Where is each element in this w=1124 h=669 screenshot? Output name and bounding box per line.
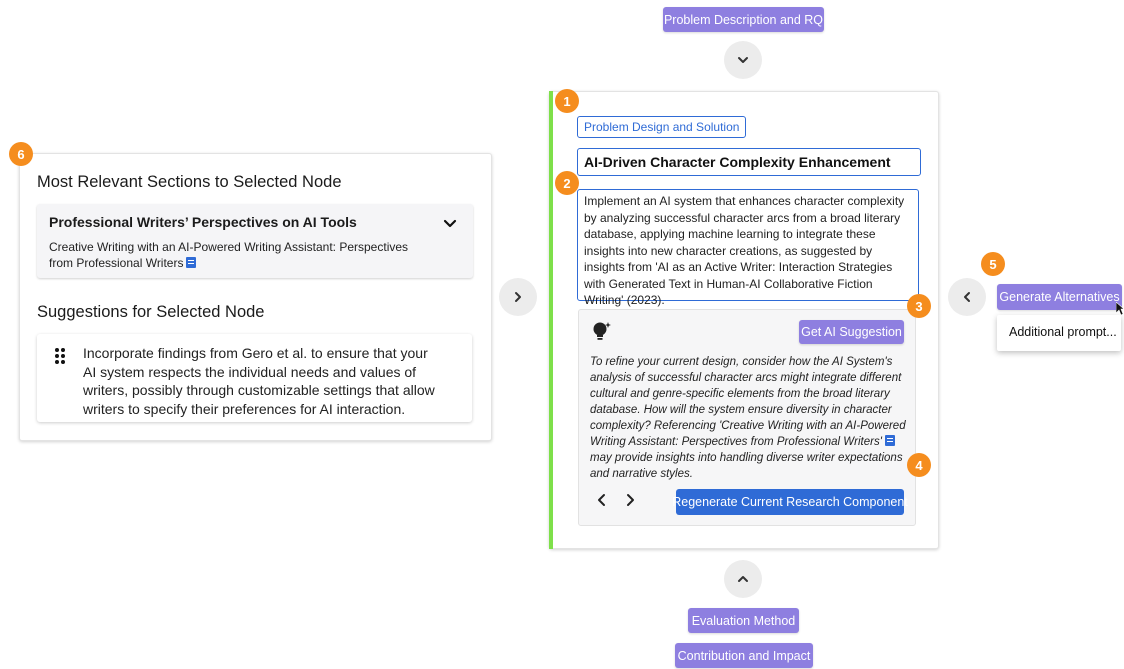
suggestion-text: Incorporate findings from Gero et al. to… xyxy=(83,345,435,417)
suggestion-card: Incorporate findings from Gero et al. to… xyxy=(37,334,472,422)
step-badge-3: 3 xyxy=(907,294,931,318)
problem-description-chip[interactable]: Problem Description and RQ xyxy=(663,7,824,32)
relevant-sections-title: Most Relevant Sections to Selected Node xyxy=(37,173,342,191)
component-title-input[interactable]: AI-Driven Character Complexity Enhanceme… xyxy=(577,148,921,176)
ai-suggestion-part1: To refine your current design, consider … xyxy=(590,356,906,448)
ai-suggestion-box: Get AI Suggestion To refine your current… xyxy=(578,309,916,526)
chevron-left-icon[interactable] xyxy=(596,493,608,507)
section-source: Creative Writing with an AI-Powered Writ… xyxy=(49,239,429,271)
additional-prompt-item[interactable]: Additional prompt... xyxy=(1009,325,1117,339)
suggestions-title: Suggestions for Selected Node xyxy=(37,303,265,321)
generate-alternatives-button[interactable]: Generate Alternatives xyxy=(997,284,1122,310)
component-description-textarea[interactable]: Implement an AI system that enhances cha… xyxy=(577,189,919,307)
lightbulb-sparkle-icon xyxy=(593,322,611,340)
chevron-right-icon xyxy=(515,292,521,302)
section-card[interactable]: Professional Writers’ Perspectives on AI… xyxy=(37,204,473,278)
collapse-down-button[interactable] xyxy=(724,41,762,79)
step-badge-5: 5 xyxy=(981,252,1005,276)
step-badge-1: 1 xyxy=(555,89,579,113)
document-icon[interactable] xyxy=(884,435,895,446)
evaluation-method-chip[interactable]: Evaluation Method xyxy=(688,608,799,633)
get-ai-suggestion-button[interactable]: Get AI Suggestion xyxy=(799,320,904,344)
collapse-left-button[interactable] xyxy=(948,278,986,316)
component-type-tag[interactable]: Problem Design and Solution xyxy=(577,116,747,138)
research-component-card: Problem Design and Solution AI-Driven Ch… xyxy=(549,91,939,549)
selected-indicator-bar xyxy=(549,91,553,549)
chevron-left-icon xyxy=(964,292,970,302)
document-icon[interactable] xyxy=(186,257,197,268)
chevron-down-icon xyxy=(738,57,748,63)
chevron-down-icon[interactable] xyxy=(442,217,458,231)
regenerate-component-button[interactable]: Regenerate Current Research Component xyxy=(672,489,908,515)
ai-suggestion-part2: may provide insights into handling diver… xyxy=(590,452,903,480)
chevron-up-icon xyxy=(738,576,748,582)
section-source-text: Creative Writing with an AI-Powered Writ… xyxy=(49,240,409,270)
contribution-impact-chip[interactable]: Contribution and Impact xyxy=(675,643,813,668)
drag-handle-icon[interactable] xyxy=(54,347,66,365)
alternatives-dropdown: Additional prompt... xyxy=(997,315,1121,351)
step-badge-2: 2 xyxy=(555,171,579,195)
expand-right-button[interactable] xyxy=(499,278,537,316)
chevron-right-icon[interactable] xyxy=(624,493,636,507)
cursor-icon xyxy=(1116,302,1124,316)
step-badge-4: 4 xyxy=(907,453,931,477)
relevant-sections-panel: Most Relevant Sections to Selected Node … xyxy=(19,153,492,441)
ai-suggestion-text: To refine your current design, consider … xyxy=(590,354,908,482)
collapse-up-button[interactable] xyxy=(724,560,762,598)
step-badge-6: 6 xyxy=(9,142,33,166)
section-title: Professional Writers’ Perspectives on AI… xyxy=(49,214,357,230)
